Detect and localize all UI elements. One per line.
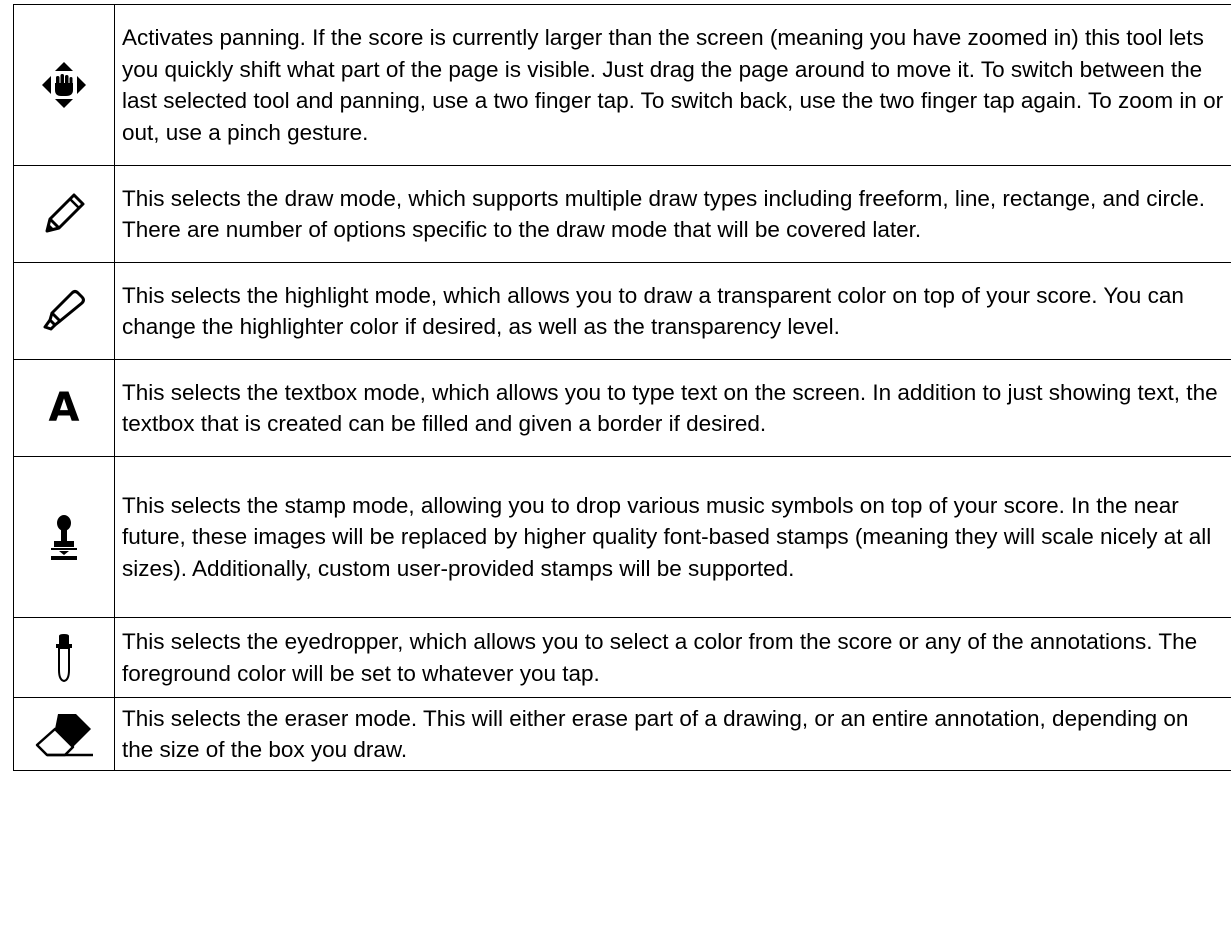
- icon-cell: [13, 456, 115, 618]
- table-row: Activates panning. If the score is curre…: [13, 4, 1231, 166]
- highlighter-icon: [43, 290, 85, 331]
- tools-table: Activates panning. If the score is curre…: [13, 4, 1231, 771]
- icon-cell: [13, 165, 115, 263]
- icon-cell: [13, 617, 115, 698]
- description-cell: This selects the eyedropper, which allow…: [114, 617, 1231, 698]
- description-cell: This selects the eraser mode. This will …: [114, 697, 1231, 771]
- table-row: This selects the eyedropper, which allow…: [13, 617, 1231, 698]
- pencil-icon: [45, 193, 85, 233]
- description-cell: This selects the stamp mode, allowing yo…: [114, 456, 1231, 618]
- table-row: This selects the stamp mode, allowing yo…: [13, 456, 1231, 618]
- eyedropper-icon: [56, 633, 72, 682]
- pan-hand-arrows-icon: [42, 62, 86, 108]
- description-text: This selects the eraser mode. This will …: [122, 705, 1189, 763]
- description-cell: Activates panning. If the score is curre…: [114, 4, 1231, 166]
- description-text: This selects the highlight mode, which a…: [122, 282, 1184, 340]
- description-cell: This selects the highlight mode, which a…: [114, 262, 1231, 360]
- description-cell: This selects the textbox mode, which all…: [114, 359, 1231, 457]
- description-text: This selects the stamp mode, allowing yo…: [122, 492, 1212, 581]
- table-row: This selects the highlight mode, which a…: [13, 262, 1231, 360]
- icon-cell: [13, 262, 115, 360]
- table-row: This selects the draw mode, which suppor…: [13, 165, 1231, 263]
- table-row: This selects the eraser mode. This will …: [13, 697, 1231, 771]
- description-text: This selects the textbox mode, which all…: [122, 379, 1218, 437]
- eraser-icon: [35, 714, 93, 757]
- description-cell: This selects the draw mode, which suppor…: [114, 165, 1231, 263]
- stamp-icon: [51, 515, 77, 560]
- description-text: Activates panning. If the score is curre…: [122, 25, 1224, 145]
- text-a-icon: A: [48, 385, 80, 431]
- icon-cell: [13, 697, 115, 771]
- icon-cell: A: [13, 359, 115, 457]
- table-row: A This selects the textbox mode, which a…: [13, 359, 1231, 457]
- description-text: This selects the draw mode, which suppor…: [122, 185, 1205, 243]
- description-text: This selects the eyedropper, which allow…: [122, 629, 1198, 686]
- icon-cell: [13, 4, 115, 166]
